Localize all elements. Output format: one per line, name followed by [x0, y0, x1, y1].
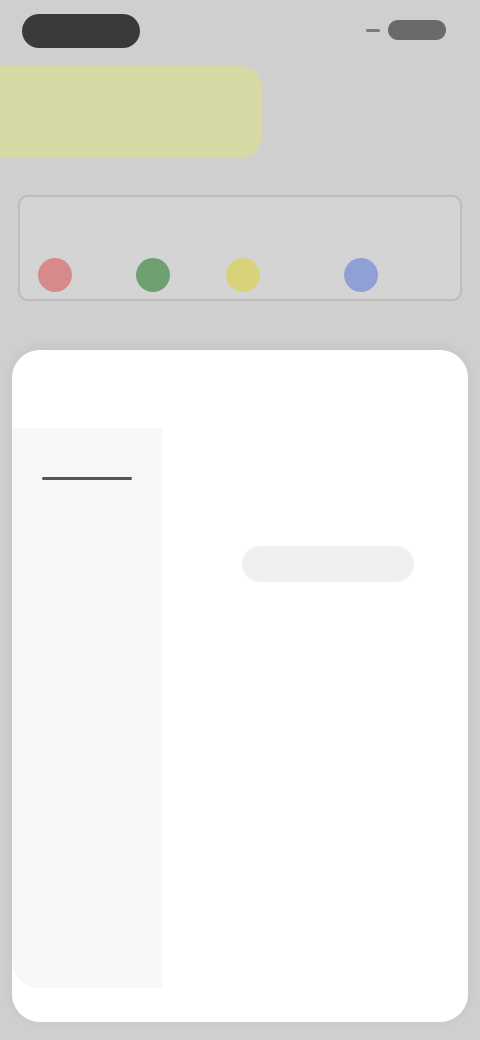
- status-bar: [0, 0, 480, 64]
- banner[interactable]: [0, 66, 262, 158]
- sidebar-item[interactable]: [12, 856, 162, 896]
- sidebar-item[interactable]: [12, 736, 162, 776]
- status-icons: [366, 20, 446, 40]
- color-swatch-yellow[interactable]: [226, 258, 260, 292]
- color-swatch-red[interactable]: [38, 258, 72, 292]
- battery-icon: [388, 20, 446, 40]
- sidebar-item[interactable]: [12, 796, 162, 836]
- content-button[interactable]: [242, 546, 414, 582]
- signal-icon: [366, 28, 380, 32]
- sidebar-item[interactable]: [12, 676, 162, 716]
- bottom-sheet: [12, 350, 468, 1022]
- sidebar-item[interactable]: [12, 442, 162, 482]
- sidebar-item[interactable]: [12, 558, 162, 598]
- color-swatch-blue[interactable]: [344, 258, 378, 292]
- sidebar-item[interactable]: [12, 616, 162, 656]
- color-swatch-green[interactable]: [136, 258, 170, 292]
- sheet-sidebar: [12, 428, 162, 988]
- sidebar-item[interactable]: [12, 498, 162, 538]
- sidebar-item[interactable]: [12, 916, 162, 956]
- dynamic-island: [22, 14, 140, 48]
